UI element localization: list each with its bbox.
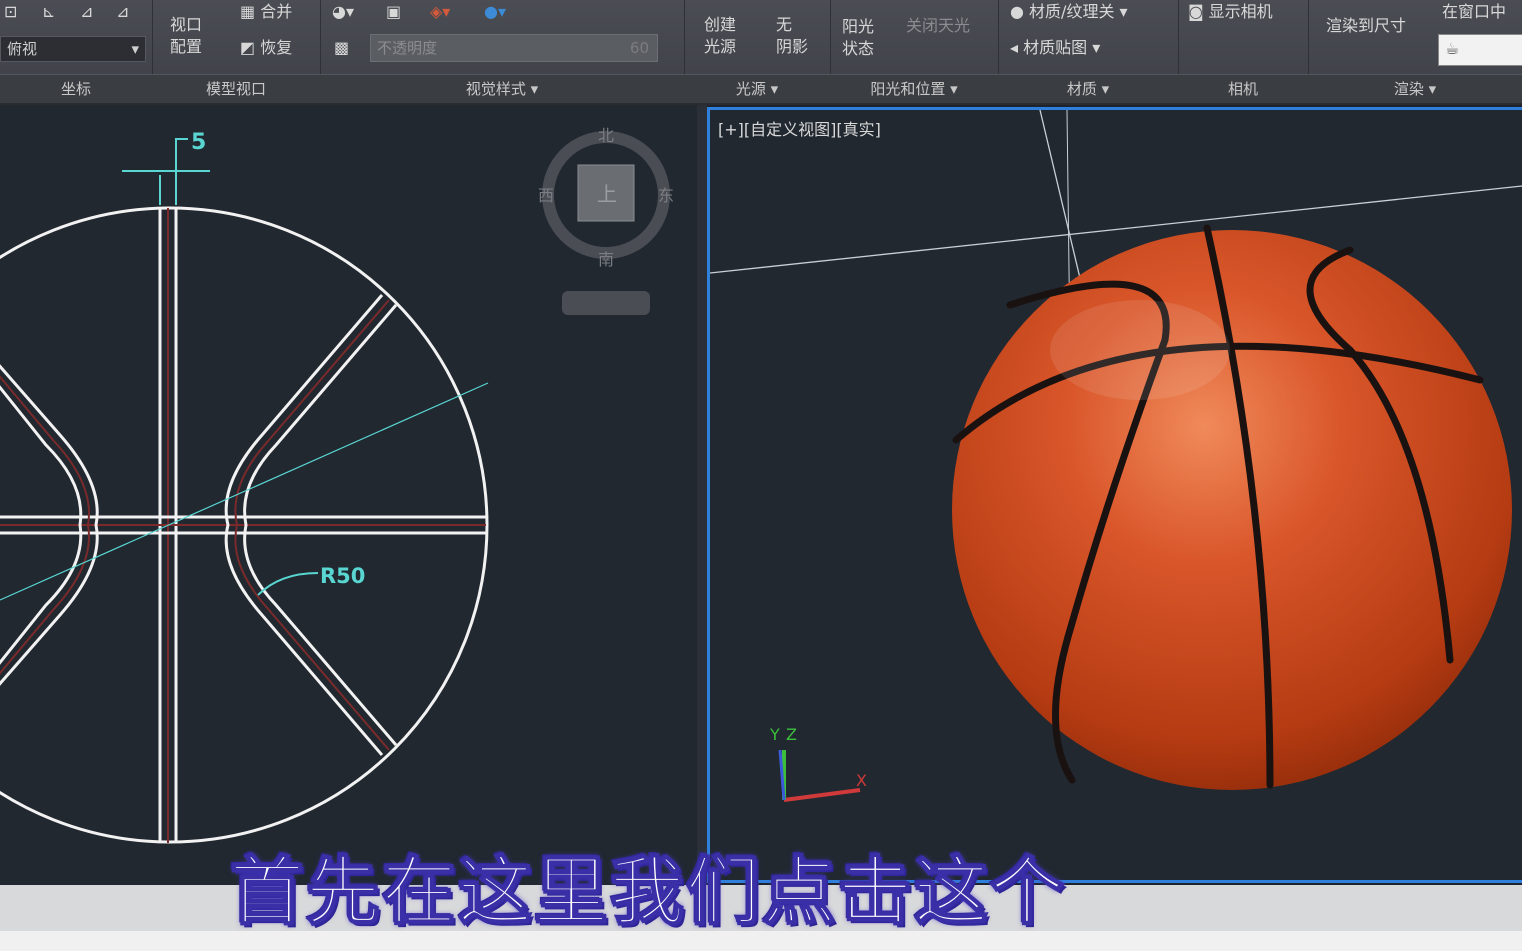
- materials-textures-button[interactable]: ● 材质/纹理关 ▾: [1010, 2, 1128, 22]
- camera-icon: ◙: [1188, 2, 1209, 21]
- panel-render: 渲染到尺寸 在窗口中 ☕ 渲染 ▾: [1308, 0, 1522, 103]
- panel-title-label: 视觉样式: [465, 80, 526, 98]
- basketball-model[interactable]: [952, 224, 1512, 790]
- viewcube-north[interactable]: 北: [598, 126, 614, 145]
- merge-button[interactable]: ▦ 合并: [240, 2, 292, 22]
- ucs-world-icon[interactable]: ⊾: [42, 2, 55, 22]
- chevron-down-icon: ▾: [1087, 38, 1101, 57]
- ucs-axis-icon: Y Z X: [769, 725, 867, 802]
- viewcube-south[interactable]: 南: [598, 250, 614, 269]
- ucs-view-icon[interactable]: ⊿: [116, 2, 129, 22]
- mapping-icon: ◂: [1010, 38, 1024, 57]
- teapot-icon: ☕: [1445, 39, 1460, 58]
- restore-icon: ◩: [240, 38, 261, 57]
- viewport-splitter[interactable]: [697, 105, 707, 885]
- panel-title-label: 相机: [1227, 80, 1258, 98]
- ribbon: ⊡ ⊾ ⊿ ⊿ 俯视 ▾ 坐标 视口 配置 ▦ 合并 ◩ 恢复 模型视口 ◕▾ …: [0, 0, 1522, 105]
- sky-off-button[interactable]: 关闭天光: [906, 16, 970, 36]
- panel-title-coordinates[interactable]: 坐标: [0, 74, 152, 103]
- merge-label: 合并: [260, 2, 293, 21]
- panel-title-camera[interactable]: 相机: [1178, 74, 1308, 103]
- merge-icon: ▦: [240, 2, 261, 21]
- xray-icon[interactable]: ▩: [334, 38, 349, 58]
- dimension-radius[interactable]: [257, 572, 319, 596]
- restore-button[interactable]: ◩ 恢复: [240, 38, 292, 58]
- viewport-top-2d[interactable]: 5 R50 上 北 南 东 西 WCS: [0, 105, 697, 885]
- panel-model-viewport: 视口 配置 ▦ 合并 ◩ 恢复 模型视口: [152, 0, 321, 103]
- dimension-radius-label: R50: [320, 564, 365, 588]
- panel-sun-location: 阳光 状态 关闭天光 阳光和位置 ▾: [830, 0, 999, 103]
- panel-materials: ● 材质/纹理关 ▾ ◂ 材质贴图 ▾ 材质 ▾: [998, 0, 1179, 103]
- chevron-down-icon: ▾: [530, 80, 539, 98]
- panel-title-label: 光源: [735, 80, 766, 98]
- viewport-config-button[interactable]: 视口 配置: [170, 14, 202, 58]
- ucs-x-label: X: [856, 771, 867, 790]
- chevron-down-icon: ▾: [770, 80, 779, 98]
- visual-style-icon[interactable]: ◕▾: [332, 2, 354, 22]
- drawing-canvas[interactable]: 5 R50 上 北 南 东 西 WCS: [0, 105, 697, 885]
- render-size-button[interactable]: 渲染到尺寸: [1326, 16, 1406, 36]
- ucs-icon[interactable]: ⊡: [4, 2, 17, 22]
- materials-textures-label: 材质/纹理关: [1029, 2, 1115, 21]
- viewcube-face-label: 上: [597, 182, 617, 206]
- construction-line: [0, 382, 489, 601]
- panel-title-render[interactable]: 渲染 ▾: [1308, 74, 1522, 103]
- panel-title-label: 模型视口: [205, 80, 266, 98]
- panel-camera: ◙ 显示相机 相机: [1178, 0, 1309, 103]
- show-camera-label: 显示相机: [1208, 2, 1273, 21]
- viewcube-east[interactable]: 东: [658, 186, 674, 205]
- render-in-window-button[interactable]: 在窗口中: [1442, 2, 1506, 22]
- wcs-menu-label: WCS: [592, 297, 622, 312]
- panel-title-sun[interactable]: 阳光和位置 ▾: [830, 74, 998, 103]
- panel-title-label: 坐标: [60, 80, 91, 98]
- show-camera-button[interactable]: ◙ 显示相机: [1188, 2, 1273, 22]
- scene-canvas[interactable]: Y Z X: [710, 110, 1522, 880]
- panel-title-materials[interactable]: 材质 ▾: [998, 74, 1178, 103]
- ucs-y-label: Y: [769, 725, 780, 744]
- horizontal-seam: [0, 515, 486, 535]
- ucs-z-label: Z: [786, 725, 797, 744]
- panel-title-model-viewport[interactable]: 模型视口: [152, 74, 320, 103]
- panel-lights: 创建 光源 无 阴影 光源 ▾: [684, 0, 831, 103]
- panel-coordinates: ⊡ ⊾ ⊿ ⊿ 俯视 ▾ 坐标: [0, 0, 153, 103]
- panel-title-lights[interactable]: 光源 ▾: [684, 74, 830, 103]
- chevron-down-icon: ▾: [1101, 80, 1110, 98]
- chevron-down-icon: ▾: [1428, 80, 1437, 98]
- material-mapping-label: 材质贴图: [1023, 38, 1088, 57]
- viewcube[interactable]: 上 北 南 东 西 WCS: [538, 126, 674, 315]
- panel-title-label: 渲染: [1393, 80, 1424, 98]
- view-dropdown-value: 俯视: [7, 40, 38, 58]
- opacity-slider[interactable]: 不透明度 60: [370, 34, 658, 62]
- shading-sphere-icon[interactable]: ●▾: [484, 2, 506, 22]
- ucs-3point-icon[interactable]: ⊿: [80, 2, 93, 22]
- chevron-down-icon: ▾: [1114, 2, 1128, 21]
- create-light-button[interactable]: 创建 光源: [704, 14, 736, 58]
- face-color-icon[interactable]: ◈▾: [430, 2, 450, 22]
- viewcube-west[interactable]: 西: [538, 186, 554, 205]
- panel-title-visual-styles[interactable]: 视觉样式 ▾: [320, 74, 684, 103]
- panel-title-label: 材质: [1066, 80, 1097, 98]
- opacity-placeholder: 不透明度: [377, 39, 438, 57]
- panel-visual-styles: ◕▾ ▣ ◈▾ ●▾ ▩ 不透明度 60 视觉样式 ▾: [320, 0, 685, 103]
- sun-status-button[interactable]: 阳光 状态: [842, 16, 874, 60]
- edge-style-icon[interactable]: ▣: [386, 2, 401, 22]
- material-mapping-button[interactable]: ◂ 材质贴图 ▾: [1010, 38, 1100, 58]
- restore-label: 恢复: [260, 38, 293, 57]
- dimension-width-label: 5: [191, 130, 206, 155]
- sphere-icon: ●: [1010, 2, 1030, 21]
- viewport-3d-realistic[interactable]: [+][自定义视图][真实] Y Z X: [707, 107, 1522, 883]
- video-subtitle: 首先在这里我们点击这个: [229, 848, 1066, 936]
- opacity-value: 60: [629, 39, 649, 57]
- view-dropdown[interactable]: 俯视 ▾: [0, 36, 146, 62]
- panel-title-label: 阳光和位置: [870, 80, 946, 98]
- no-shadow-button[interactable]: 无 阴影: [776, 14, 808, 58]
- chevron-down-icon: ▾: [950, 80, 958, 98]
- render-preset-field[interactable]: ☕: [1438, 34, 1522, 66]
- chevron-down-icon: ▾: [131, 40, 139, 58]
